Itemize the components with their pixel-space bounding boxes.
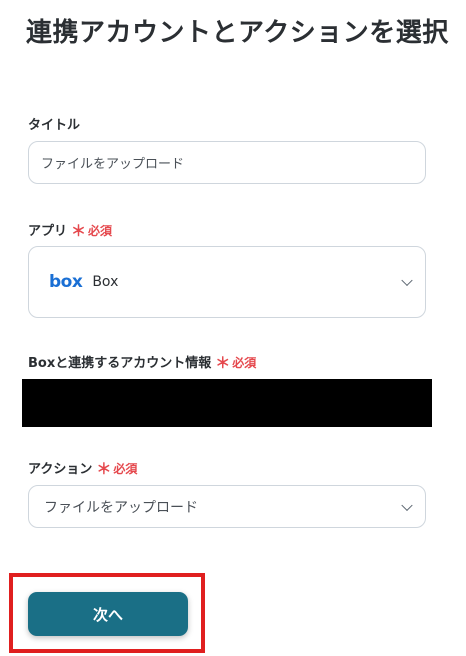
chevron-down-icon: [401, 499, 413, 511]
title-label-text: タイトル: [28, 118, 81, 133]
app-field-label: アプリ＊必須: [28, 220, 112, 241]
required-asterisk: ＊: [96, 460, 112, 478]
title-input[interactable]: ファイルをアップロード: [28, 141, 426, 184]
chevron-down-icon: [401, 274, 413, 287]
account-field-label: Boxと連携するアカウント情報＊必須: [28, 352, 256, 373]
action-select-value: ファイルをアップロード: [44, 499, 198, 516]
action-select[interactable]: ファイルをアップロード: [28, 485, 426, 528]
account-label-text: Boxと連携するアカウント情報: [28, 356, 212, 371]
box-logo-icon: box: [49, 272, 83, 292]
page-title: 連携アカウントとアクションを選択: [26, 18, 449, 48]
title-field-label: タイトル: [28, 114, 80, 133]
required-text: 必須: [232, 356, 257, 370]
next-button[interactable]: 次へ: [28, 592, 188, 636]
action-field-label: アクション＊必須: [28, 458, 137, 479]
app-label-text: アプリ: [28, 224, 68, 239]
required-indicator: ＊必須: [96, 460, 138, 478]
required-asterisk: ＊: [71, 222, 87, 240]
required-indicator: ＊必須: [215, 354, 257, 372]
required-indicator: ＊必須: [71, 222, 113, 240]
required-text: 必須: [113, 462, 138, 476]
action-label-text: アクション: [28, 462, 93, 477]
required-asterisk: ＊: [215, 354, 231, 372]
app-select-value: Box: [92, 274, 119, 290]
required-text: 必須: [88, 224, 113, 238]
title-input-value: ファイルをアップロード: [41, 157, 185, 172]
redacted-account-select[interactable]: [22, 379, 432, 427]
app-select[interactable]: box Box: [28, 246, 426, 318]
